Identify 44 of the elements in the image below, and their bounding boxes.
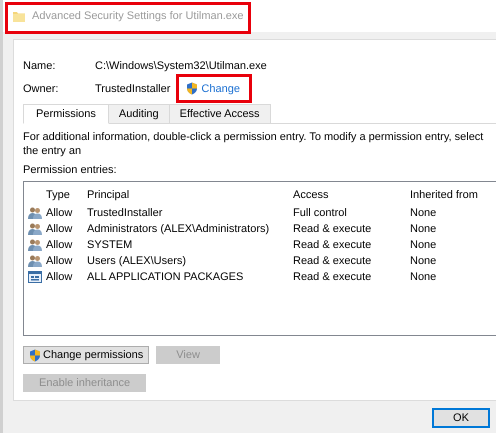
table-cell-text: TrustedInstaller	[87, 207, 164, 219]
field-label: Owner:	[23, 82, 60, 94]
users-icon	[28, 223, 42, 235]
table-cell-text: SYSTEM	[87, 239, 134, 251]
table-cell-text: Allow	[46, 223, 74, 235]
users-icon	[28, 255, 42, 267]
tab[interactable]: Effective Access	[168, 104, 271, 124]
table-cell-text: Administrators (ALEX\Administrators)	[87, 223, 270, 235]
table-cell-text: Read & execute	[293, 239, 372, 251]
table-cell-text: Allow	[46, 239, 74, 251]
table-cell-text: Allow	[46, 255, 74, 267]
table-cell-text: None	[410, 255, 438, 267]
folder-icon	[12, 9, 26, 23]
tab[interactable]: Auditing	[108, 104, 170, 124]
users-icon	[28, 239, 42, 251]
table-cell-text: Read & execute	[293, 255, 372, 267]
change-owner-link[interactable]: Change	[182, 80, 244, 97]
table-cell-text: None	[410, 239, 438, 251]
table-cell-text: Full control	[293, 207, 348, 219]
table-cell-text: Read & execute	[293, 223, 372, 235]
info-text: For additional information, double-click a permission entry. To modify a permission entry, select the entry an	[23, 130, 484, 158]
table-cell-text: None	[410, 223, 438, 235]
table-cell-text: Users (ALEX\Users)	[87, 255, 188, 267]
action-button[interactable]: Change permissions	[23, 346, 150, 364]
field-value: C:\Windows\System32\Utilman.exe	[95, 60, 267, 72]
column-header[interactable]: Type	[46, 189, 87, 201]
column-header[interactable]: Access	[293, 189, 410, 201]
field-value: TrustedInstaller	[95, 82, 170, 94]
table-cell-text: Read & execute	[293, 271, 372, 283]
column-header[interactable]: Inherited from	[410, 189, 490, 201]
package-icon	[28, 271, 42, 283]
table-cell-text: None	[410, 207, 438, 219]
section-label: Permission entries:	[23, 164, 118, 176]
field-label: Name:	[23, 60, 56, 72]
table-cell-text: None	[410, 271, 438, 283]
table-cell-text: ALL APPLICATION PACKAGES	[87, 271, 244, 283]
users-icon	[28, 207, 42, 219]
window-title: Advanced Security Settings for Utilman.exe	[32, 10, 244, 22]
shield-icon	[186, 82, 198, 95]
tab[interactable]: Permissions	[23, 104, 109, 124]
table-cell-text: Allow	[46, 207, 74, 219]
ok-button[interactable]: OK	[432, 408, 490, 428]
column-header[interactable]: Principal	[87, 189, 293, 201]
table-cell-text: Allow	[46, 271, 74, 283]
